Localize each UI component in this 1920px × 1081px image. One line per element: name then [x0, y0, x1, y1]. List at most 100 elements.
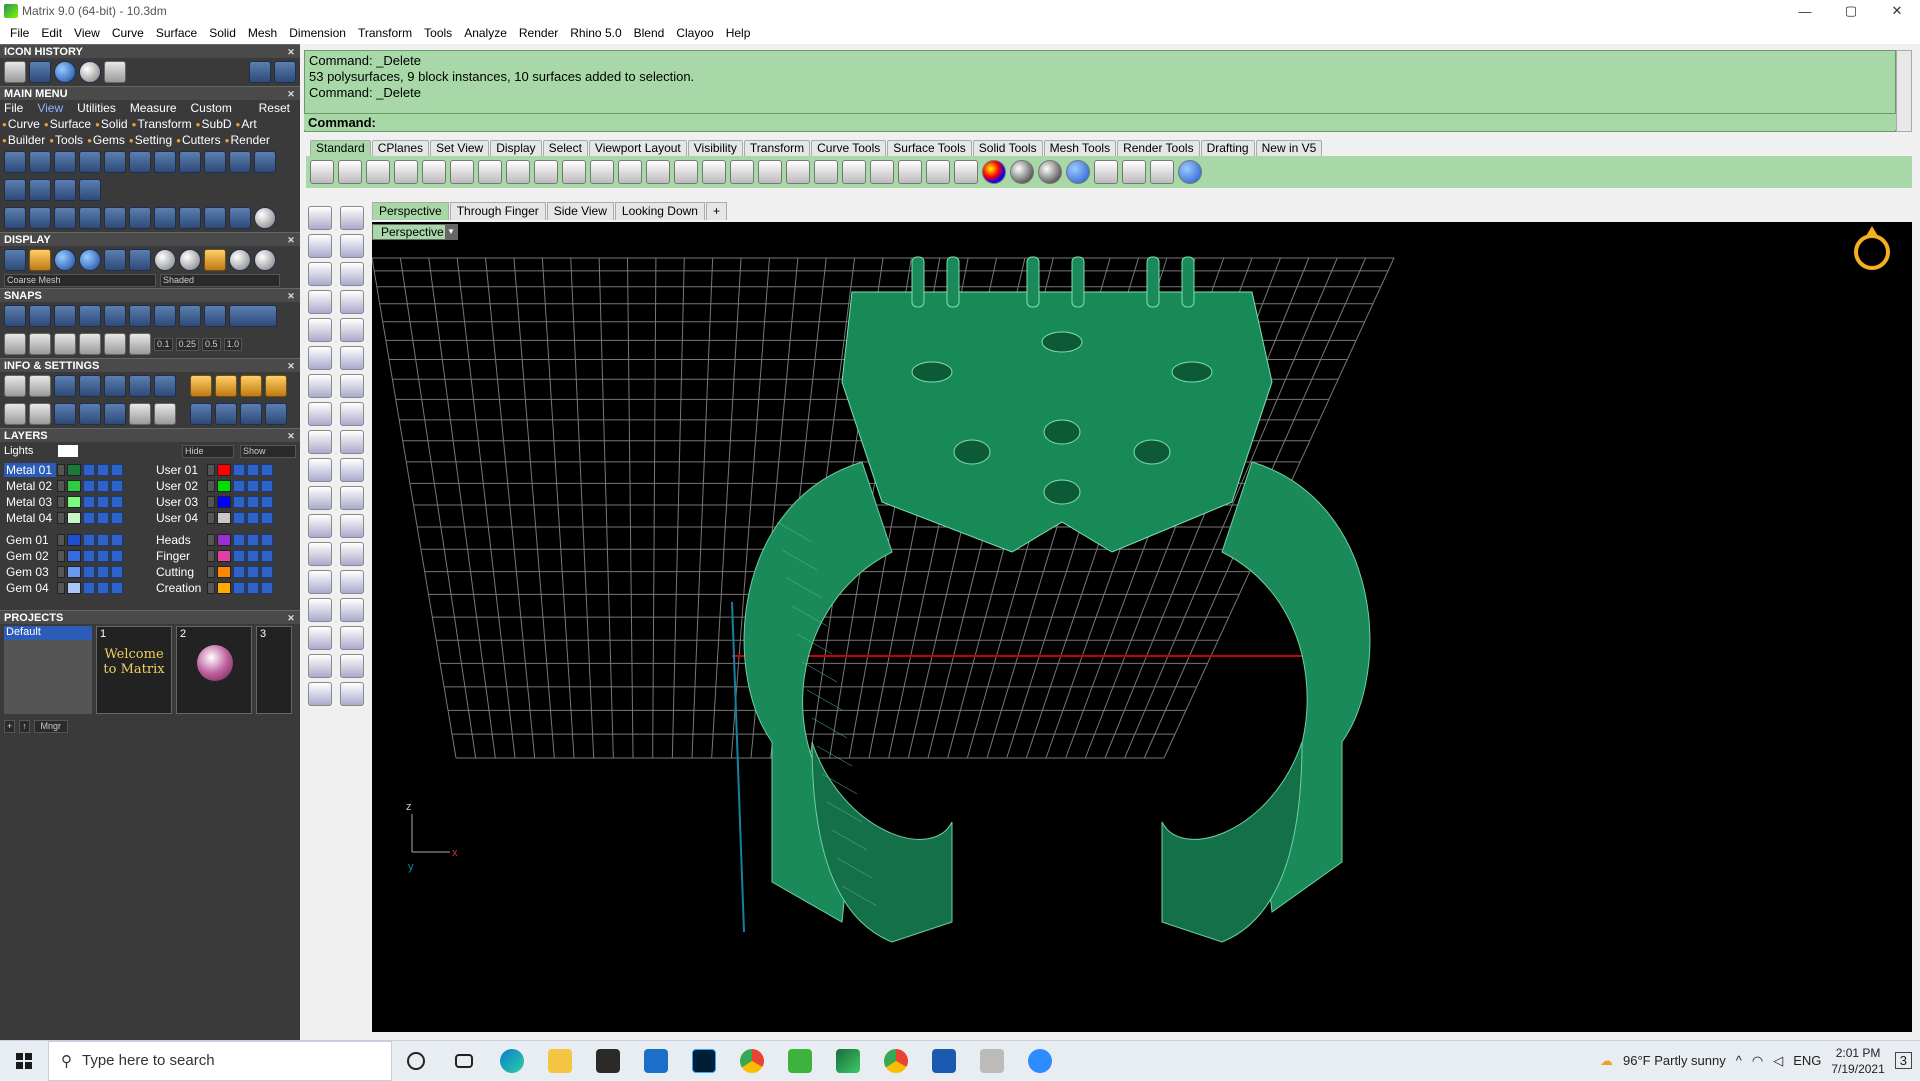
layer-row[interactable]: Creation [154, 580, 304, 596]
layer-name[interactable]: User 02 [154, 479, 206, 493]
main-menu-item-cutters[interactable]: Cutters [176, 133, 221, 147]
layer-option-icon[interactable] [261, 534, 273, 546]
chevron-down-icon[interactable]: ▼ [445, 225, 457, 239]
weather-text[interactable]: 96°F Partly sunny [1623, 1053, 1726, 1068]
lock-icon[interactable] [233, 464, 245, 476]
mesh-icon[interactable] [340, 402, 364, 426]
main-menu-item-solid[interactable]: Solid [95, 117, 128, 131]
layer-row[interactable]: User 01 [154, 462, 304, 478]
menu-edit[interactable]: Edit [35, 26, 68, 40]
boolean-icon[interactable] [340, 374, 364, 398]
visibility-icon[interactable] [97, 464, 109, 476]
info-icon[interactable] [79, 375, 101, 397]
toolbar-tab-curve-tools[interactable]: Curve Tools [811, 140, 887, 156]
toolbar-tab-visibility[interactable]: Visibility [687, 140, 743, 156]
chrome-canary-icon[interactable] [872, 1041, 920, 1081]
polyline-icon[interactable] [308, 234, 332, 258]
tool-icon[interactable] [129, 207, 151, 229]
pipe-icon[interactable] [340, 626, 364, 650]
camtasia-icon[interactable] [776, 1041, 824, 1081]
layer-color-swatch[interactable] [217, 496, 231, 508]
layer-option-icon[interactable] [111, 550, 123, 562]
matrix-icon[interactable] [308, 626, 332, 650]
menu-tools[interactable]: Tools [418, 26, 458, 40]
layer-option-icon[interactable] [111, 534, 123, 546]
tool-icon[interactable] [4, 207, 26, 229]
main-menu-link-custom[interactable]: Custom [191, 101, 232, 115]
explode-icon[interactable] [340, 514, 364, 538]
toolbar-tab-transform[interactable]: Transform [743, 140, 811, 156]
light-icon[interactable] [340, 430, 364, 454]
main-menu-item-surface[interactable]: Surface [44, 117, 91, 131]
layer-color-swatch[interactable] [67, 566, 81, 578]
tool-icon[interactable] [154, 151, 176, 173]
main-menu-item-gems[interactable]: Gems [87, 133, 125, 147]
layer-name[interactable]: Gem 01 [4, 533, 56, 547]
snap-icon[interactable] [79, 305, 101, 327]
layer-name[interactable]: Gem 03 [4, 565, 56, 579]
visibility-icon[interactable] [97, 512, 109, 524]
layer-color-swatch[interactable] [67, 582, 81, 594]
toolbar-tab-standard[interactable]: Standard [310, 140, 371, 156]
layer-row[interactable]: User 04 [154, 510, 304, 526]
visibility-icon[interactable] [97, 582, 109, 594]
layer-name[interactable]: Finger [154, 549, 206, 563]
main-menu-link-view[interactable]: View [37, 101, 63, 115]
toolbar-tab-drafting[interactable]: Drafting [1200, 140, 1255, 156]
info-icon[interactable] [129, 403, 151, 425]
circle-icon[interactable] [308, 262, 332, 286]
layer-row[interactable]: Finger [154, 548, 304, 564]
info-icon[interactable] [104, 375, 126, 397]
menu-help[interactable]: Help [720, 26, 757, 40]
lights-swatch[interactable] [58, 445, 78, 457]
perspective-viewport[interactable]: z x y [372, 222, 1912, 1032]
settings-icon[interactable] [1122, 160, 1146, 184]
polygon-icon[interactable] [308, 318, 332, 342]
close-icon[interactable]: ✕ [286, 361, 296, 371]
print-icon[interactable] [394, 160, 418, 184]
info-icon[interactable] [129, 375, 151, 397]
main-menu-item-tools[interactable]: Tools [49, 133, 83, 147]
tool-icon[interactable] [254, 151, 276, 173]
menu-render[interactable]: Render [513, 26, 564, 40]
toolbar-tab-render-tools[interactable]: Render Tools [1117, 140, 1200, 156]
display-icon[interactable] [129, 249, 151, 271]
main-menu-item-transform[interactable]: Transform [132, 117, 191, 131]
folder-icon[interactable] [104, 61, 126, 83]
transform-icon[interactable] [340, 458, 364, 482]
layer-name[interactable]: User 03 [154, 495, 206, 509]
snap-value-1[interactable]: 0.1 [154, 337, 173, 351]
expand-icon[interactable] [57, 550, 65, 562]
shaded-sphere-icon[interactable] [1010, 160, 1034, 184]
clock[interactable]: 2:01 PM 7/19/2021 [1831, 1045, 1884, 1077]
zoom-window-icon[interactable] [646, 160, 670, 184]
layer-name[interactable]: User 04 [154, 511, 206, 525]
expand-icon[interactable] [207, 480, 215, 492]
visibility-icon[interactable] [247, 480, 259, 492]
toolbar-tab-set-view[interactable]: Set View [430, 140, 490, 156]
layer-option-icon[interactable] [111, 582, 123, 594]
filter-icon[interactable] [104, 403, 126, 425]
layer-option-icon[interactable] [111, 464, 123, 476]
menu-blend[interactable]: Blend [628, 26, 671, 40]
array-icon[interactable] [308, 570, 332, 594]
layer-row[interactable]: Metal 04 [4, 510, 154, 526]
tool-icon[interactable] [104, 151, 126, 173]
options-icon[interactable] [1094, 160, 1118, 184]
snap-icon[interactable] [204, 305, 226, 327]
cortana-icon[interactable] [392, 1041, 440, 1081]
manager-button[interactable]: Mngr [33, 720, 68, 733]
menu-transform[interactable]: Transform [352, 26, 418, 40]
toolbar-tab-solid-tools[interactable]: Solid Tools [972, 140, 1043, 156]
snap-icon[interactable] [129, 333, 151, 355]
circle-icon[interactable] [254, 207, 276, 229]
shade-select[interactable]: Shaded [160, 274, 280, 287]
info-icon[interactable] [240, 375, 262, 397]
main-menu-item-setting[interactable]: Setting [129, 133, 172, 147]
main-menu-item-curve[interactable]: Curve [2, 117, 40, 131]
snap-icon[interactable] [104, 333, 126, 355]
grid-icon[interactable] [4, 333, 26, 355]
expand-icon[interactable] [207, 512, 215, 524]
tool-icon[interactable] [29, 151, 51, 173]
layer-color-swatch[interactable] [67, 512, 81, 524]
